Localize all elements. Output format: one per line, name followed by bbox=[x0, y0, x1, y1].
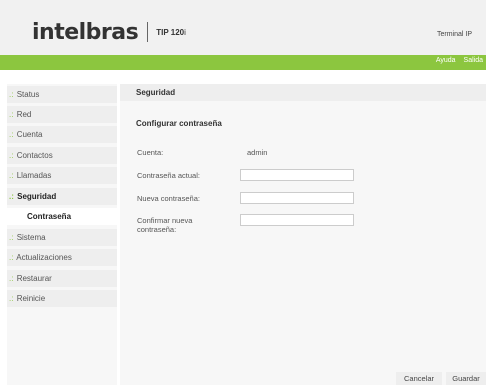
sidebar-item-red[interactable]: .: Red bbox=[7, 106, 117, 123]
device-model: TIP 120i bbox=[156, 28, 186, 37]
sidebar-subitem-contrasena[interactable]: Contraseña bbox=[7, 208, 117, 225]
sidebar-item-cuenta[interactable]: .: Cuenta bbox=[7, 126, 117, 143]
sidebar: .: Status .: Red .: Cuenta .: Contactos … bbox=[7, 84, 117, 385]
confirm-password-input[interactable] bbox=[240, 214, 354, 226]
page-title: Seguridad bbox=[120, 84, 486, 101]
bullet-icon: .: bbox=[9, 274, 14, 283]
account-label: Cuenta: bbox=[137, 148, 164, 157]
sidebar-item-status[interactable]: .: Status bbox=[7, 86, 117, 103]
current-password-label: Contraseña actual: bbox=[137, 171, 200, 180]
brand: intelbras TIP 120i bbox=[32, 19, 186, 45]
sidebar-item-actualizaciones[interactable]: .: Actualizaciones bbox=[7, 249, 117, 266]
sidebar-item-label: Llamadas bbox=[16, 171, 52, 180]
sidebar-item-label: Status bbox=[16, 90, 40, 99]
cancel-button[interactable]: Cancelar bbox=[396, 372, 442, 385]
top-bar: Ayuda Salida bbox=[0, 55, 486, 70]
bullet-icon: .: bbox=[9, 90, 14, 99]
confirm-password-label: Confirmar nueva contraseña: bbox=[137, 216, 193, 234]
current-password-input[interactable] bbox=[240, 169, 354, 181]
brand-logo: intelbras bbox=[32, 19, 139, 45]
sidebar-item-label: Actualizaciones bbox=[16, 253, 72, 262]
account-value: admin bbox=[247, 148, 268, 157]
sidebar-item-label: Reinicie bbox=[16, 294, 46, 303]
bullet-icon: .: bbox=[9, 110, 14, 119]
bullet-icon: .: bbox=[9, 171, 14, 180]
sidebar-item-label: Cuenta bbox=[16, 130, 43, 139]
device-model-suffix: i bbox=[184, 27, 186, 37]
sidebar-item-restaurar[interactable]: .: Restaurar bbox=[7, 270, 117, 287]
header: intelbras TIP 120i Terminal IP bbox=[0, 0, 486, 55]
sidebar-item-label: Seguridad bbox=[17, 192, 57, 201]
sidebar-item-label: Contraseña bbox=[27, 212, 72, 221]
bullet-icon: .: bbox=[9, 192, 14, 201]
sidebar-item-label: Contactos bbox=[16, 151, 53, 160]
bullet-icon: .: bbox=[9, 253, 14, 262]
sidebar-item-contactos[interactable]: .: Contactos bbox=[7, 147, 117, 164]
bullet-icon: .: bbox=[9, 130, 14, 139]
sidebar-item-sistema[interactable]: .: Sistema bbox=[7, 229, 117, 246]
sidebar-item-llamadas[interactable]: .: Llamadas bbox=[7, 167, 117, 184]
top-nav: Ayuda Salida bbox=[430, 57, 483, 64]
sidebar-item-label: Red bbox=[16, 110, 32, 119]
sidebar-item-label: Sistema bbox=[16, 233, 46, 242]
help-link[interactable]: Ayuda bbox=[436, 57, 456, 64]
brand-divider bbox=[147, 22, 149, 42]
sidebar-item-seguridad[interactable]: .: Seguridad bbox=[7, 188, 117, 205]
new-password-label: Nueva contraseña: bbox=[137, 194, 200, 203]
device-type: Terminal IP bbox=[436, 31, 472, 38]
bullet-icon: .: bbox=[9, 294, 14, 303]
sidebar-item-reinicie[interactable]: .: Reinicie bbox=[7, 290, 117, 307]
exit-link[interactable]: Salida bbox=[464, 57, 483, 64]
sidebar-item-label: Restaurar bbox=[16, 274, 52, 283]
new-password-input[interactable] bbox=[240, 192, 354, 204]
device-model-name: TIP 120 bbox=[156, 27, 185, 37]
bullet-icon: .: bbox=[9, 233, 14, 242]
main-content: Seguridad Configurar contraseña Cuenta: … bbox=[120, 84, 486, 385]
bullet-icon: .: bbox=[9, 151, 14, 160]
section-subtitle: Configurar contraseña bbox=[136, 119, 222, 128]
save-button[interactable]: Guardar bbox=[446, 372, 486, 385]
